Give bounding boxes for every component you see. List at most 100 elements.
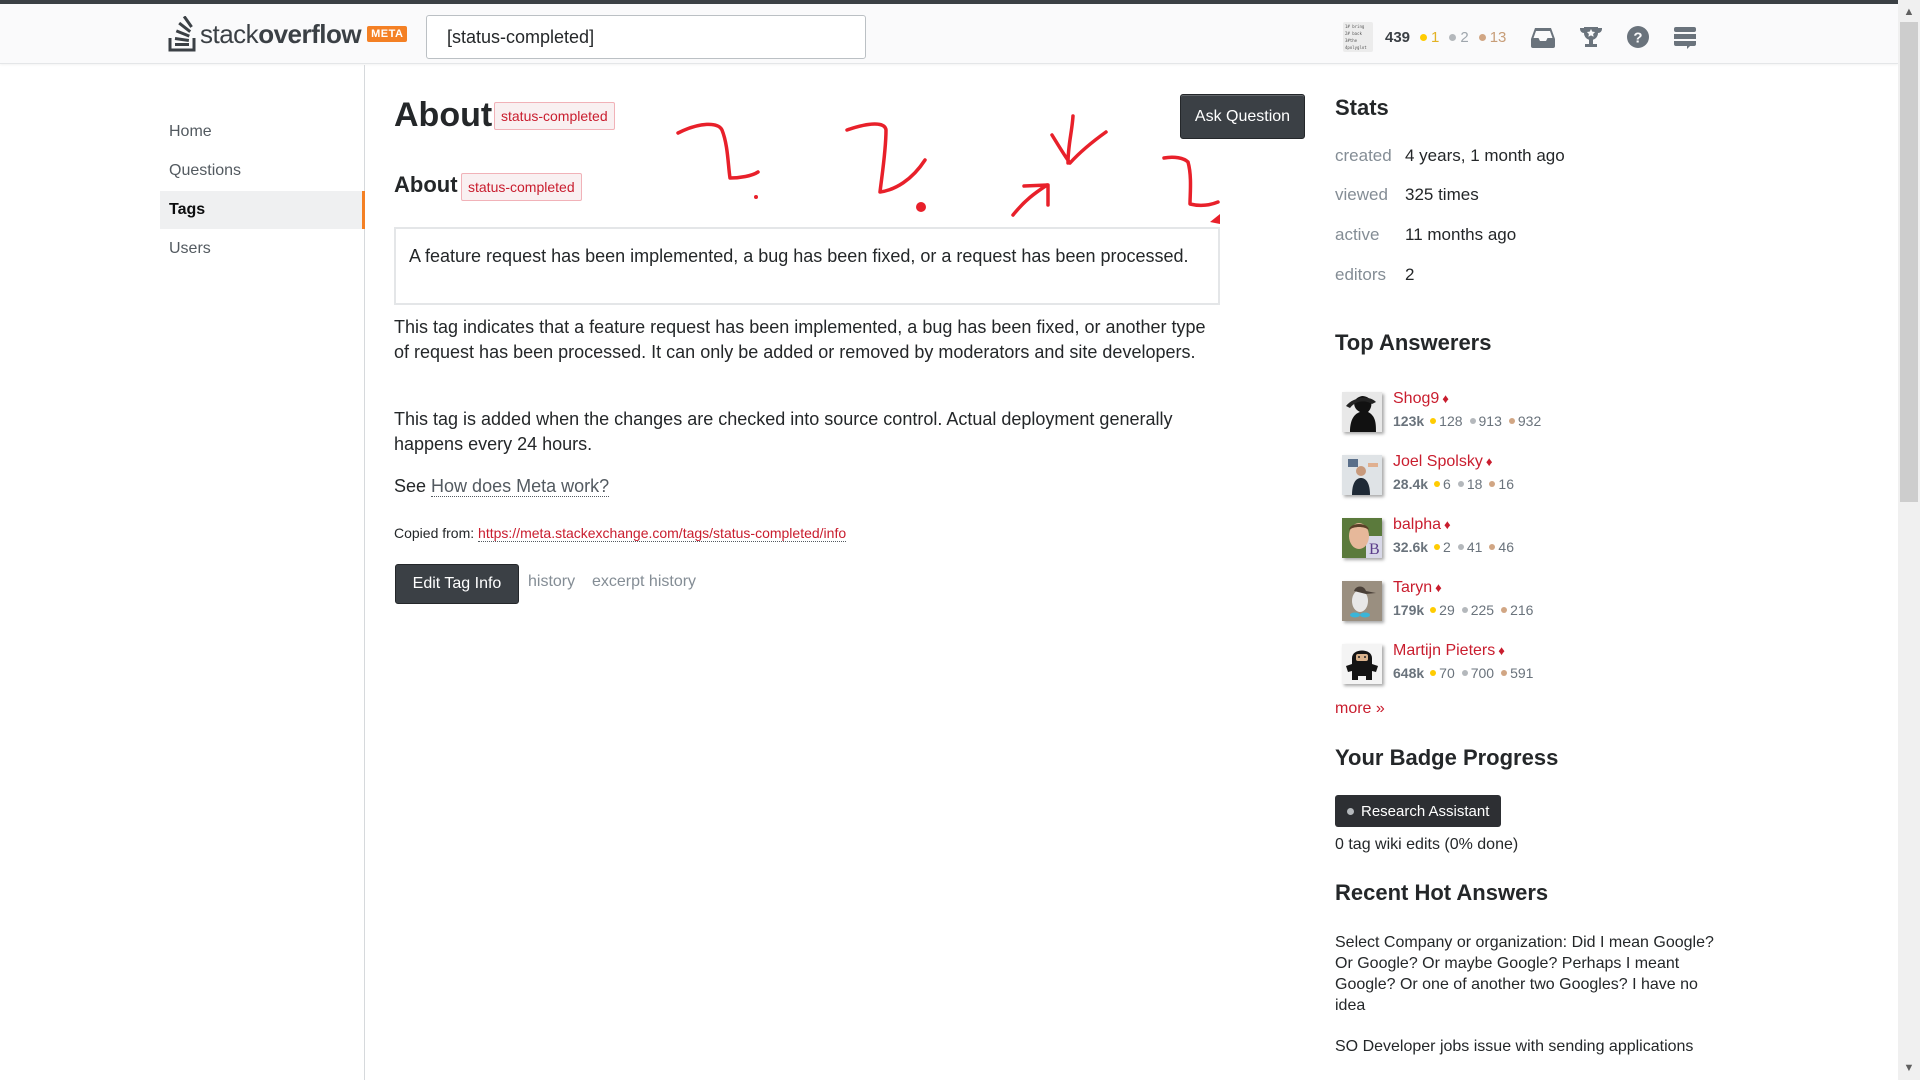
answerer-name[interactable]: Joel Spolsky ♦ [1393, 453, 1492, 471]
history-link[interactable]: history [528, 573, 575, 591]
left-sidebar: Home Questions Tags Users [0, 65, 365, 1080]
gold-badge-icon [1430, 670, 1437, 676]
nav-item-questions[interactable]: Questions [160, 152, 365, 190]
answerer-name[interactable]: Taryn ♦ [1393, 579, 1442, 597]
stat-value-created: 4 years, 1 month ago [1405, 146, 1565, 165]
silver-badge-icon [1457, 544, 1464, 550]
stat-label-editors: editors [1335, 265, 1387, 284]
search-input[interactable] [426, 15, 866, 59]
scrollbar-thumb[interactable] [1900, 22, 1918, 502]
moderator-diamond-icon: ♦ [1442, 391, 1449, 406]
answerer-reputation: 179k [1393, 602, 1425, 618]
stat-label-viewed: viewed [1335, 185, 1388, 204]
edit-tag-info-button[interactable]: Edit Tag Info [395, 564, 519, 604]
answerer-avatar[interactable] [1342, 455, 1382, 495]
annotation-arrow-up [1011, 183, 1050, 217]
tag-badge-title[interactable]: status-completed [494, 102, 615, 130]
answerer-name[interactable]: Shog9 ♦ [1393, 390, 1449, 408]
answerer-avatar[interactable] [1342, 392, 1382, 432]
wiki-paragraph: This tag is added when the changes are c… [394, 409, 1173, 454]
hot-answer-link[interactable]: Select Company or organization: Did I me… [1335, 932, 1715, 1016]
logo-text-stack: stack [200, 18, 259, 49]
stack-logo-icon [168, 16, 196, 52]
user-avatar[interactable]: 1# bring 2# back 3#the 4polyglot [1343, 22, 1373, 52]
answerer-avatar[interactable]: B [1342, 518, 1382, 558]
page-title: About [394, 96, 493, 134]
badge-progress-text: 0 tag wiki edits (0% done) [1335, 836, 1519, 853]
silver-badge-icon [1469, 418, 1476, 424]
see-prefix: See [394, 476, 427, 496]
answerer-stats: 32.6k 2 41 46 [1393, 539, 1514, 555]
how-meta-works-link[interactable]: How does Meta work? [431, 476, 610, 497]
copied-label: Copied from: [394, 525, 475, 541]
copied-from: Copied from: https://meta.stackexchange.… [394, 525, 847, 542]
stat-label-created: created [1335, 146, 1392, 165]
user-card[interactable]: 1# bring 2# back 3#the 4polyglot 439 1 2… [1343, 18, 1506, 56]
silver-badge-icon [1461, 670, 1468, 676]
stat-value-viewed: 325 times [1405, 185, 1479, 204]
stat-label-active: active [1335, 225, 1380, 244]
svg-text:B: B [1369, 541, 1380, 558]
answerer-row: Taryn ♦ 179k 29 225 216 [1342, 579, 1642, 631]
wiki-paragraph: This tag indicates that a feature reques… [394, 317, 1206, 362]
answerer-row: Martijn Pieters ♦ 648k 70 700 591 [1342, 642, 1642, 694]
logo-text-overflow: overflow [258, 18, 362, 49]
scroll-up-arrow-icon[interactable]: ▲ [1898, 2, 1920, 22]
scroll-down-arrow-icon[interactable]: ▼ [1898, 1058, 1920, 1078]
inbox-icon[interactable] [1530, 24, 1556, 50]
answerer-reputation: 32.6k [1393, 539, 1429, 555]
excerpt-history-link[interactable]: excerpt history [592, 573, 696, 591]
bronze-badge-icon [1478, 33, 1486, 41]
silver-badge-count: 2 [1449, 29, 1469, 46]
answerer-avatar[interactable] [1342, 644, 1382, 684]
annotation-arrow-down [1050, 114, 1108, 165]
answerer-reputation: 648k [1393, 665, 1425, 681]
silver-badge-icon [1461, 607, 1468, 613]
moderator-diamond-icon: ♦ [1485, 454, 1493, 469]
nav-item-tags[interactable]: Tags [160, 191, 365, 229]
bronze-badge-icon [1501, 607, 1508, 613]
gold-badge-icon [1420, 33, 1428, 41]
answerer-row: Joel Spolsky ♦ 28.4k 6 18 16 [1342, 453, 1642, 505]
stats-title: Stats [1335, 95, 1389, 120]
nav-item-users[interactable]: Users [160, 230, 365, 268]
silver-badge-icon [1347, 807, 1354, 815]
user-reputation: 439 [1385, 28, 1411, 46]
answerer-reputation: 28.4k [1393, 476, 1429, 492]
research-assistant-badge[interactable]: Research Assistant [1335, 795, 1502, 827]
copied-url-link[interactable]: https://meta.stackexchange.com/tags/stat… [478, 525, 847, 542]
silver-badge-icon [1457, 481, 1464, 487]
answerer-row: Shog9 ♦ 123k 128 913 932 [1342, 390, 1642, 442]
bronze-badge-icon [1489, 481, 1496, 487]
answerer-name[interactable]: Martijn Pieters ♦ [1393, 642, 1505, 660]
answerer-avatar[interactable] [1342, 581, 1382, 621]
tag-excerpt: A feature request has been implemented, … [394, 227, 1220, 305]
answerer-stats: 648k 70 700 591 [1393, 665, 1534, 681]
annotation-squiggle [676, 122, 760, 180]
stat-value-active[interactable]: 11 months ago [1405, 225, 1516, 245]
nav-item-home[interactable]: Home [160, 113, 365, 151]
ask-question-button[interactable]: Ask Question [1180, 94, 1305, 139]
answerer-reputation: 123k [1393, 413, 1425, 429]
achievements-icon[interactable] [1578, 24, 1604, 50]
stat-value-editors[interactable]: 2 [1405, 265, 1414, 285]
gold-badge-icon [1434, 544, 1441, 550]
recent-hot-answers-title: Recent Hot Answers [1335, 880, 1549, 905]
tag-badge-section[interactable]: status-completed [461, 173, 582, 201]
gold-badge-count: 1 [1420, 29, 1439, 46]
answerer-stats: 28.4k 6 18 16 [1393, 476, 1514, 492]
answerer-stats: 123k 128 913 932 [1393, 413, 1542, 429]
help-icon[interactable]: ? [1625, 24, 1651, 50]
more-answerers-link[interactable]: more » [1335, 700, 1385, 718]
site-logo[interactable]: stack overflow META [168, 14, 408, 54]
gold-badge-icon [1430, 418, 1437, 424]
bronze-badge-count: 13 [1478, 29, 1506, 46]
vertical-scrollbar[interactable]: ▲ ▼ [1898, 0, 1920, 1080]
section-title: About [394, 172, 458, 197]
hot-answer-link[interactable]: SO Developer jobs issue with sending app… [1335, 1036, 1715, 1057]
bronze-badge-icon [1489, 544, 1496, 550]
top-answerers-title: Top Answerers [1335, 330, 1492, 355]
badge-name: Research Assistant [1361, 802, 1490, 820]
answerer-name[interactable]: balpha ♦ [1393, 516, 1451, 534]
site-switcher-icon[interactable] [1672, 24, 1698, 50]
